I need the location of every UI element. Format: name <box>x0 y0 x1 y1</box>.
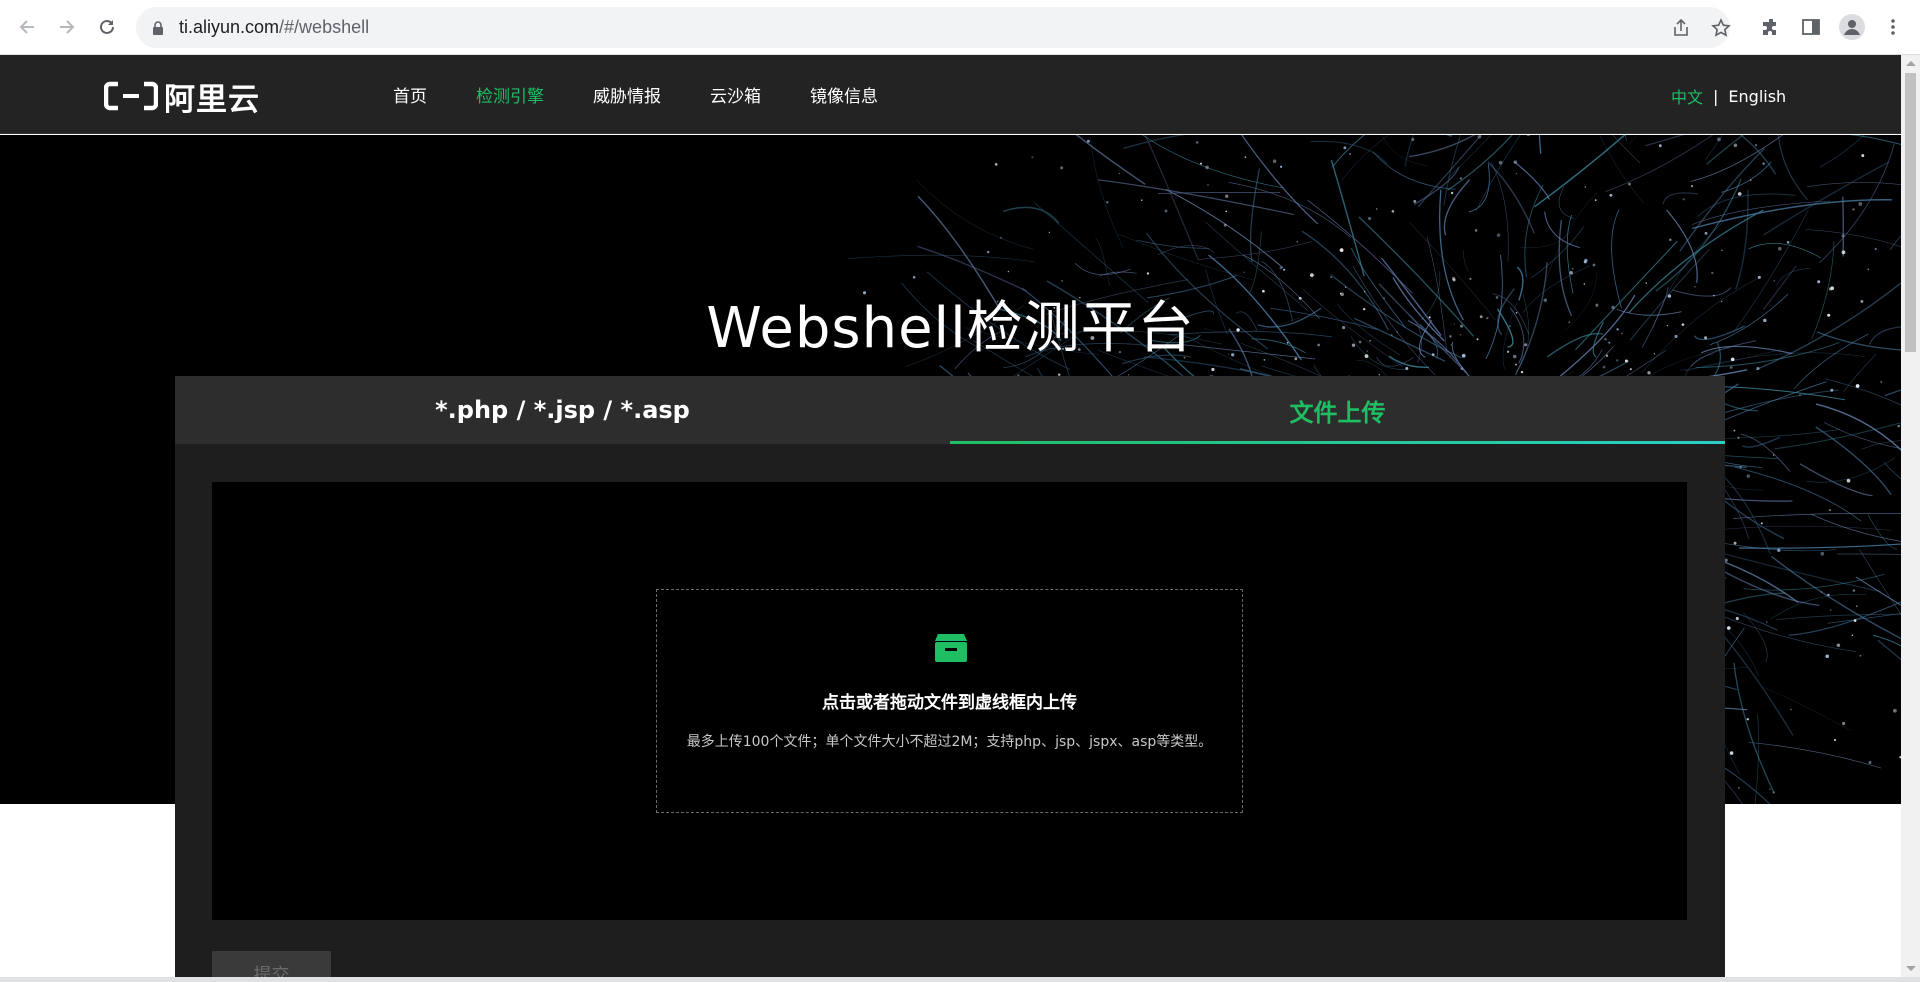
page-title: Webshell检测平台 <box>706 296 1195 361</box>
scroll-up-icon[interactable] <box>1906 61 1916 66</box>
profile-avatar-icon[interactable] <box>1839 14 1865 40</box>
inbox-icon <box>935 634 967 662</box>
arrow-right-icon <box>60 20 75 34</box>
share-icon[interactable] <box>1670 17 1692 39</box>
dropzone-hint: 最多上传100个文件；单个文件大小不超过2M；支持php、jsp、jspx、as… <box>686 734 1213 750</box>
scroll-down-icon[interactable] <box>1906 966 1916 971</box>
submit-button[interactable]: 提交 <box>212 951 331 977</box>
nav-item-threat-intel[interactable]: 威胁情报 <box>593 82 661 107</box>
lock-icon <box>153 20 163 35</box>
lang-english[interactable]: English <box>1728 87 1786 106</box>
aliyun-logo[interactable]: 阿里云 <box>104 79 260 118</box>
browser-toolbar: ti.aliyun.com/#/webshell <box>0 0 1920 55</box>
dropzone-title: 点击或者拖动文件到虚线框内上传 <box>822 693 1077 713</box>
reload-button[interactable] <box>94 14 120 40</box>
extensions-icon[interactable] <box>1758 14 1784 40</box>
nav-item-image-info[interactable]: 镜像信息 <box>810 82 878 107</box>
lang-separator: | <box>1713 86 1719 106</box>
detection-card: *.php / *.jsp / *.asp 文件上传 点击或者拖动文件到虚线框内… <box>175 376 1725 977</box>
reload-icon <box>100 19 114 34</box>
bookmark-star-icon[interactable] <box>1710 17 1732 39</box>
tab-code-snippet[interactable]: *.php / *.jsp / *.asp <box>175 376 950 444</box>
language-switch: 中文 | English <box>1671 84 1786 108</box>
detection-tabs: *.php / *.jsp / *.asp 文件上传 <box>175 376 1725 444</box>
upload-panel: 点击或者拖动文件到虚线框内上传 最多上传100个文件；单个文件大小不超过2M；支… <box>212 482 1687 920</box>
url-host: ti.aliyun.com <box>179 17 280 37</box>
more-menu-icon[interactable] <box>1880 14 1906 40</box>
side-panel-icon[interactable] <box>1798 14 1824 40</box>
nav-item-detection-engine[interactable]: 检测引擎 <box>476 82 544 107</box>
site-header: 阿里云 首页 检测引擎 威胁情报 云沙箱 镜像信息 中文 | English <box>0 55 1901 134</box>
page-viewport: 阿里云 首页 检测引擎 威胁情报 云沙箱 镜像信息 中文 | English W… <box>0 55 1901 977</box>
aliyun-logo-icon <box>104 81 158 111</box>
arrow-left-icon <box>19 20 34 34</box>
nav-item-cloud-sandbox[interactable]: 云沙箱 <box>710 82 761 107</box>
upload-dropzone[interactable]: 点击或者拖动文件到虚线框内上传 最多上传100个文件；单个文件大小不超过2M；支… <box>656 589 1243 813</box>
url-text: ti.aliyun.com/#/webshell <box>179 17 369 38</box>
lang-chinese[interactable]: 中文 <box>1671 84 1703 108</box>
main-nav: 首页 检测引擎 威胁情报 云沙箱 镜像信息 <box>393 55 927 134</box>
address-bar[interactable]: ti.aliyun.com/#/webshell <box>136 7 1732 48</box>
back-button[interactable] <box>14 14 40 40</box>
logo-text: 阿里云 <box>164 81 260 118</box>
page-scrollbar[interactable] <box>1901 55 1920 977</box>
forward-button[interactable] <box>54 14 80 40</box>
scrollbar-thumb[interactable] <box>1905 73 1916 352</box>
tab-file-upload[interactable]: 文件上传 <box>950 376 1725 444</box>
window-bottom-edge <box>0 977 1920 982</box>
nav-item-home[interactable]: 首页 <box>393 82 427 107</box>
url-path: /#/webshell <box>279 17 370 37</box>
